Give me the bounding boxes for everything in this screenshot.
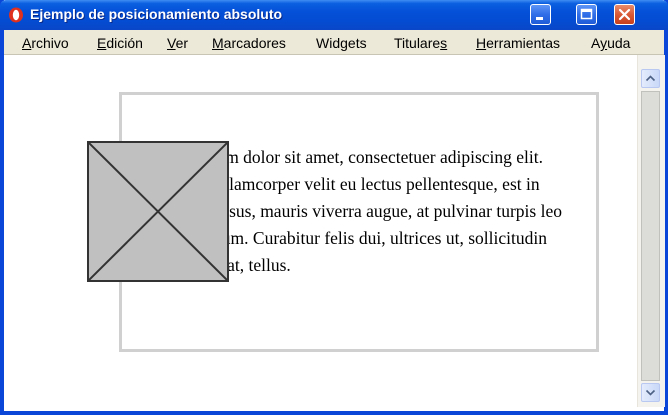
menu-bar: Archivo Edición Ver Marcadores Widgets T… <box>4 30 664 55</box>
menu-ver[interactable]: Ver <box>167 35 188 51</box>
placeholder-image <box>87 141 229 282</box>
maximize-button[interactable] <box>576 4 597 25</box>
vertical-scrollbar[interactable] <box>637 55 665 407</box>
menu-titulares[interactable]: Titulares <box>394 35 447 51</box>
menu-marcadores[interactable]: Marcadores <box>212 35 286 51</box>
scroll-up-button[interactable] <box>641 69 660 88</box>
window-title: Ejemplo de posicionamiento absoluto <box>30 6 283 22</box>
opera-logo-icon <box>9 7 23 23</box>
close-icon <box>618 8 631 21</box>
menu-archivo[interactable]: Archivo <box>22 35 69 51</box>
minimize-button[interactable] <box>530 4 551 25</box>
close-button[interactable] <box>614 4 635 25</box>
browser-window: Ejemplo de posicionamiento absoluto Arch… <box>0 0 668 415</box>
menu-widgets[interactable]: Widgets <box>316 35 367 51</box>
menu-herramientas[interactable]: Herramientas <box>476 35 560 51</box>
scrollbar-track[interactable] <box>641 91 660 381</box>
placeholder-image-icon <box>88 142 228 281</box>
maximize-icon <box>580 8 593 20</box>
scroll-down-button[interactable] <box>641 383 660 402</box>
chevron-up-icon <box>645 75 656 82</box>
menu-ayuda[interactable]: Ayuda <box>591 35 630 51</box>
menu-edicion[interactable]: Edición <box>97 35 143 51</box>
title-bar[interactable]: Ejemplo de posicionamiento absoluto <box>0 0 668 30</box>
minimize-icon <box>536 17 543 20</box>
chevron-down-icon <box>645 389 656 396</box>
page-content: Lorem ipsum dolor sit amet, consectetuer… <box>4 55 637 407</box>
